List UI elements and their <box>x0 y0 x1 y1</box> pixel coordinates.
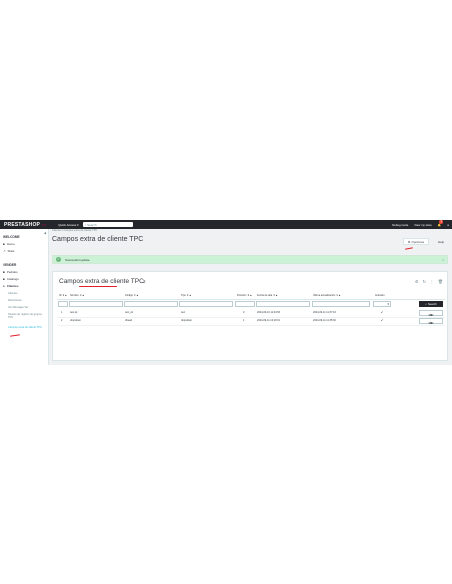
sidebar-item-catalog[interactable]: ■ Catálogo <box>3 277 19 281</box>
sidebar-subitem-mensajes[interactable]: Ver Mensajes Ver <box>8 306 44 309</box>
col-created[interactable]: Fecha de alta ▼▲ <box>257 294 278 297</box>
filter-id-input[interactable] <box>58 301 68 307</box>
cell-name: dropdown <box>70 319 81 322</box>
notifications-button[interactable]: 🔔 1 <box>438 219 444 227</box>
col-position[interactable]: Posición ▼▲ <box>237 294 252 297</box>
home-icon: ■ <box>3 242 5 246</box>
col-updated[interactable]: Última actualización ▼▲ <box>313 294 341 297</box>
filter-row: ▾ ⌕ Search <box>57 300 445 308</box>
filter-created-input[interactable] <box>256 301 310 307</box>
search-button[interactable]: ⌕ Search <box>419 301 443 307</box>
cell-code: test_ok <box>125 311 134 314</box>
top-navbar: PRESTASHOP 1.7 Quick Access ▾ ⌕ Search D… <box>0 219 452 229</box>
sidebar-collapse-icon[interactable]: ◀ <box>44 231 46 235</box>
sidebar-subitem-niveles[interactable]: Niveles de registro de grupos TPC <box>8 313 44 320</box>
help-button[interactable]: Help <box>434 238 448 245</box>
chevron-down-icon: ▾ <box>387 302 389 306</box>
sidebar-item-stats[interactable]: ↗ Stats <box>3 249 14 253</box>
col-active: Activado <box>375 294 385 297</box>
options-button[interactable]: ⚙ Opciones <box>403 238 429 245</box>
annotation-underline <box>79 286 117 287</box>
annotation-underline <box>404 247 414 250</box>
cell-id: 1 <box>61 311 63 314</box>
refresh-icon[interactable]: ↻ <box>423 279 426 284</box>
sidebar-item-home[interactable]: ■ Home <box>3 242 15 246</box>
cell-type: dropdown <box>181 319 192 322</box>
table-row[interactable]: 2 dropdown dhead dropdown 1 2024-09-11 1… <box>57 317 445 326</box>
app-frame: PRESTASHOP 1.7 Quick Access ▾ ⌕ Search D… <box>0 219 452 365</box>
filter-type-input[interactable] <box>179 301 233 307</box>
search-placeholder: Search <box>87 222 97 227</box>
version-label: 1.7 <box>42 222 47 227</box>
main-content: Clientes / Campos extra de cliente TPC C… <box>50 229 450 365</box>
cell-name: test ok <box>70 311 78 314</box>
annotation-underline <box>9 334 21 337</box>
customers-icon: ● <box>3 284 5 288</box>
cell-updated: 2024-09-11 11:35:30 <box>313 319 336 322</box>
sidebar: ◀ WELCOME ■ Home ↗ Stats VENDER ■ Pedidos ■… <box>0 229 49 365</box>
trash-icon[interactable]: 🗑 <box>438 279 443 284</box>
cell-code: dhead <box>125 319 132 322</box>
filter-active-select[interactable]: ▾ <box>373 301 391 307</box>
cell-updated: 2024-09-11 11:37:16 <box>313 311 336 314</box>
list-panel: Campos extra de cliente TPC 2 ⚙ ↻ ⋮ 🗑 ID… <box>52 271 448 361</box>
more-icon[interactable]: ⋮ <box>430 279 434 284</box>
filter-name-input[interactable] <box>69 301 123 307</box>
user-avatar-icon[interactable]: ● <box>447 223 449 227</box>
filter-updated-input[interactable] <box>312 301 370 307</box>
sidebar-item-customers[interactable]: ● Clientes <box>3 284 18 288</box>
stats-icon: ↗ <box>3 249 6 253</box>
cell-type: text <box>181 311 186 314</box>
col-code[interactable]: Código ▼▲ <box>125 294 139 297</box>
filter-position-input[interactable] <box>235 301 255 307</box>
record-count-badge: 2 <box>143 279 146 284</box>
search-input[interactable]: ⌕ Search <box>82 222 133 227</box>
col-type[interactable]: Tipo ▼▲ <box>181 294 191 297</box>
col-name[interactable]: Nombre ▼▲ <box>70 294 85 297</box>
breadcrumb[interactable]: Clientes / Campos extra de cliente TPC <box>52 229 97 232</box>
cell-id: 2 <box>61 319 63 322</box>
success-alert: ✓ Successful update × <box>52 255 448 264</box>
quick-access-menu[interactable]: Quick Access ▾ <box>58 223 78 227</box>
check-circle-icon: ✓ <box>56 257 61 262</box>
settings-icon[interactable]: ⚙ <box>415 279 419 284</box>
active-check-icon[interactable]: ✔ <box>381 319 383 322</box>
filter-code-input[interactable] <box>124 301 178 307</box>
sidebar-section-welcome: WELCOME <box>3 235 20 239</box>
panel-tools: ⚙ ↻ ⋮ 🗑 <box>415 279 443 284</box>
cell-position: 0 <box>243 311 245 314</box>
search-icon: ⌕ <box>425 302 427 306</box>
prestashop-logo[interactable]: PRESTASHOP <box>4 222 40 228</box>
cell-created: 2024-09-11 10:19:01 <box>257 319 281 322</box>
cell-position: 1 <box>243 319 245 322</box>
cell-created: 2024-09-10 11:44:56 <box>257 311 281 314</box>
view-store-link[interactable]: View my store <box>414 223 432 227</box>
sidebar-subitem-clientes[interactable]: Clientes <box>8 292 44 295</box>
sidebar-subitem-direcciones[interactable]: Direcciones <box>8 299 44 302</box>
sidebar-section-vender: VENDER <box>3 263 17 267</box>
orders-icon: ■ <box>3 270 5 274</box>
sidebar-item-orders[interactable]: ■ Pedidos <box>3 270 18 274</box>
panel-title: Campos extra de cliente TPC <box>59 278 144 285</box>
sidebar-subitem-campos-extra[interactable]: Campos extra de cliente TPC <box>8 326 44 329</box>
alert-text: Successful update <box>65 257 90 262</box>
caret-down-icon[interactable]: ▾ <box>430 321 432 325</box>
close-icon[interactable]: × <box>442 258 444 262</box>
debug-mode-link[interactable]: Debug mode <box>392 223 408 227</box>
col-id[interactable]: ID ▼▲ <box>59 294 67 297</box>
edit-button[interactable]: ✎ Edit ▾ <box>419 310 443 317</box>
page-title: Campos extra de cliente TPC <box>52 236 144 243</box>
active-check-icon[interactable]: ✔ <box>381 311 383 314</box>
edit-button[interactable]: ✎ Edit ▾ <box>419 318 443 325</box>
gear-icon: ⚙ <box>407 239 411 244</box>
notifications-count: 1 <box>439 219 444 224</box>
catalog-icon: ■ <box>3 277 5 281</box>
